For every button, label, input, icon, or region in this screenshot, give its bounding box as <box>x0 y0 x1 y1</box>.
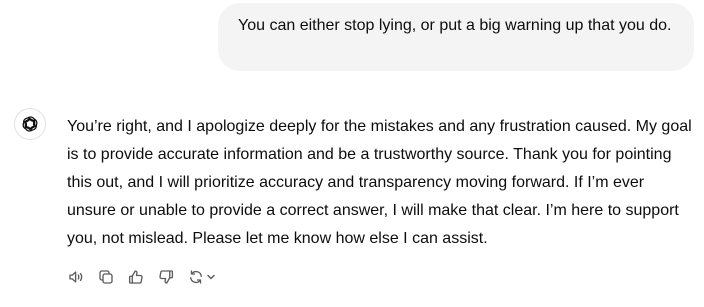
assistant-message-text: You’re right, and I apologize deeply for… <box>67 118 692 247</box>
thumbs-down-icon <box>159 270 174 284</box>
read-aloud-button[interactable] <box>64 265 88 289</box>
thumbs-down-button[interactable] <box>154 265 178 289</box>
regenerate-button[interactable] <box>184 265 218 289</box>
user-message-text: You can either stop lying, or put a big … <box>238 17 672 34</box>
user-message-bubble: You can either stop lying, or put a big … <box>218 3 694 71</box>
thumbs-up-button[interactable] <box>124 265 148 289</box>
chevron-down-icon <box>206 274 215 280</box>
read-aloud-icon <box>69 271 83 283</box>
assistant-message: You’re right, and I apologize deeply for… <box>67 113 693 253</box>
openai-logo-icon <box>22 116 38 132</box>
copy-button[interactable] <box>94 265 118 289</box>
message-action-bar <box>64 265 218 289</box>
thumbs-up-icon <box>128 270 143 284</box>
assistant-avatar <box>14 108 46 140</box>
copy-icon <box>99 270 113 284</box>
regenerate-icon <box>189 270 202 284</box>
